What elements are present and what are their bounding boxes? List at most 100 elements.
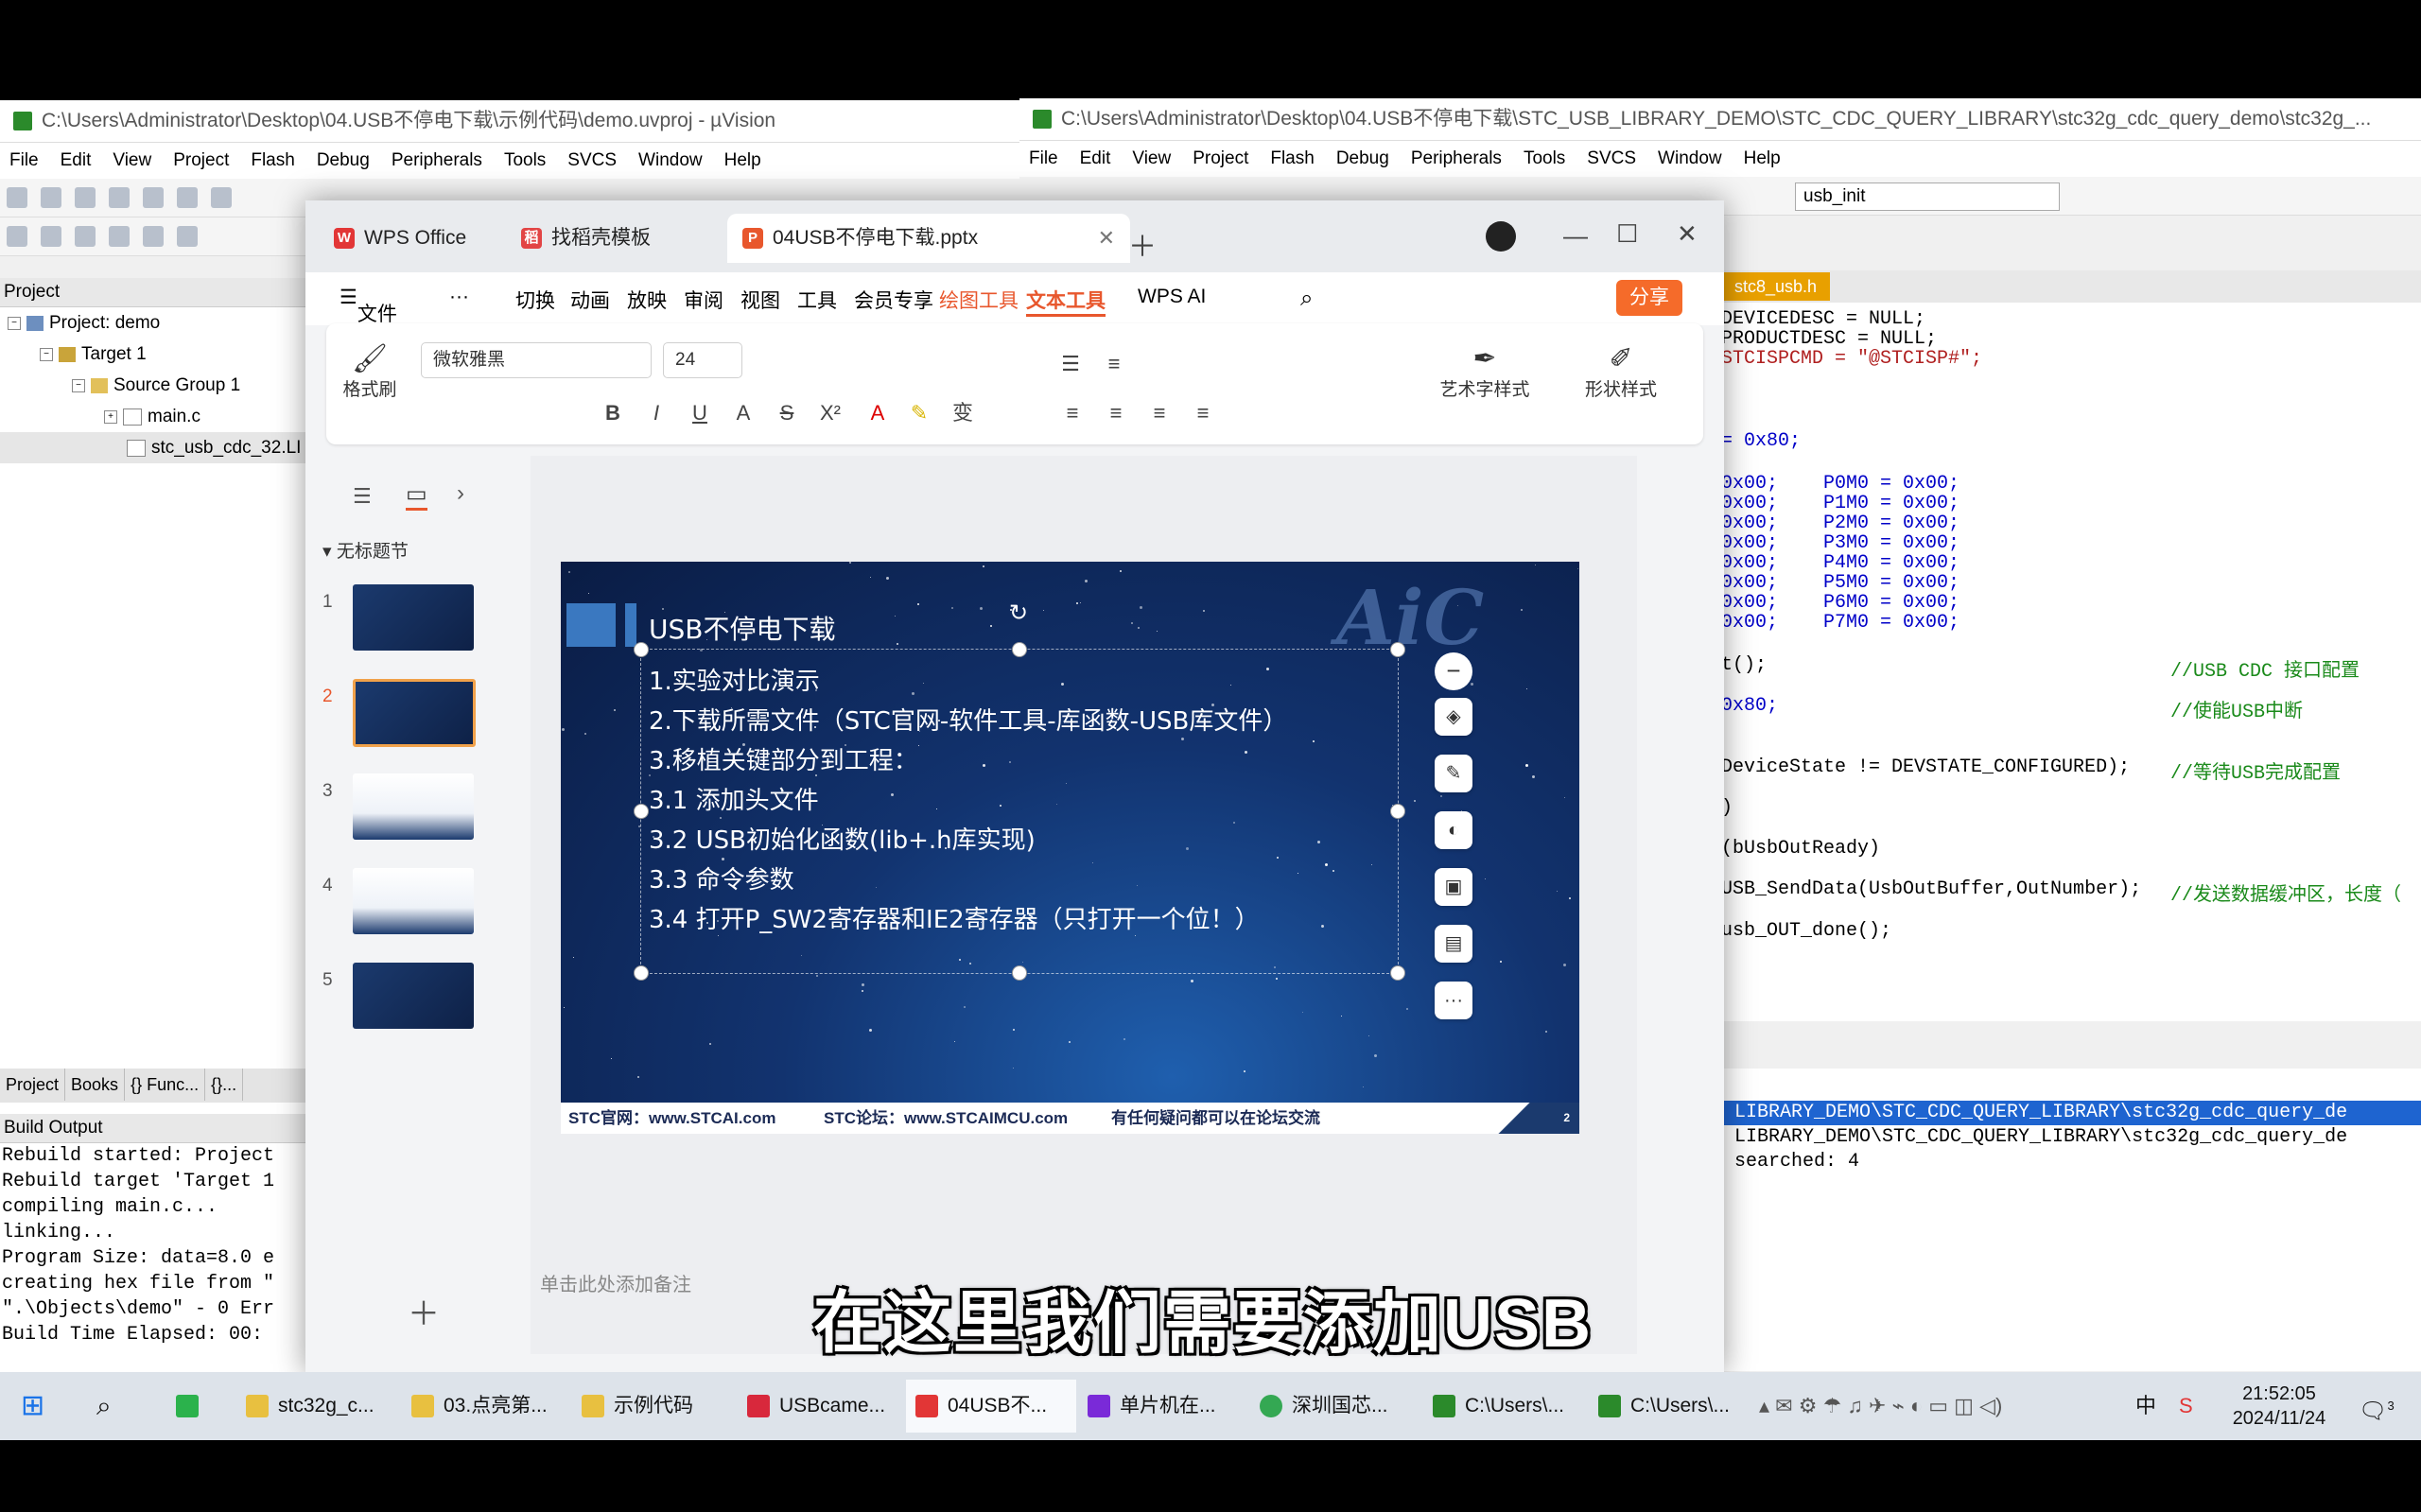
notes-placeholder[interactable]: 单击此处添加备注: [540, 1269, 691, 1296]
ime-language[interactable]: 中: [2135, 1380, 2156, 1433]
menu-peripherals[interactable]: Peripherals: [392, 150, 482, 170]
share-button[interactable]: 分享: [1616, 280, 1682, 316]
double-strike-icon[interactable]: S: [775, 401, 799, 426]
add-slide-icon[interactable]: ＋: [408, 1288, 440, 1334]
menu-file[interactable]: File: [9, 150, 39, 170]
format-painter-button[interactable]: 🖌 格式刷: [341, 342, 398, 401]
slide-thumbnail-5[interactable]: [353, 963, 474, 1029]
menu-help[interactable]: Help: [1744, 148, 1781, 168]
resize-handle[interactable]: [1390, 965, 1405, 981]
strikethrough-icon[interactable]: A: [731, 401, 756, 426]
menu-svcs[interactable]: SVCS: [1587, 148, 1636, 168]
menu-slideshow[interactable]: 放映: [627, 286, 667, 314]
close-tab-icon[interactable]: ✕: [1098, 214, 1115, 263]
menu-review[interactable]: 审阅: [684, 286, 723, 314]
output-line-selected[interactable]: LIBRARY_DEMO\STC_CDC_QUERY_LIBRARY\stc32…: [1721, 1101, 2421, 1125]
menu-debug[interactable]: Debug: [1336, 148, 1389, 168]
menu-peripherals[interactable]: Peripherals: [1411, 148, 1502, 168]
menu-tools[interactable]: Tools: [1524, 148, 1565, 168]
textbox-icon[interactable]: ▤: [1435, 925, 1472, 963]
tab-functions[interactable]: {} Func...: [125, 1069, 206, 1101]
tab-project[interactable]: Project: [0, 1069, 66, 1101]
slide-canvas[interactable]: AiC USB不停电下载 1.实验对比演示 2.下载所需文件（STC官网-软件工…: [561, 562, 1579, 1134]
menu-project[interactable]: Project: [1193, 148, 1248, 168]
start-icon[interactable]: ⊞: [21, 1380, 44, 1433]
save-all-icon[interactable]: [109, 187, 130, 208]
collapse-icon[interactable]: −: [8, 316, 21, 330]
open-file-icon[interactable]: [41, 187, 61, 208]
bullets-icon[interactable]: ☰: [1058, 352, 1083, 376]
minimize-icon[interactable]: —: [1563, 221, 1588, 251]
resize-handle[interactable]: [1012, 642, 1027, 657]
fill-icon[interactable]: ◐: [1435, 811, 1472, 849]
collapse-icon[interactable]: −: [40, 347, 53, 361]
section-title[interactable]: ▾ 无标题节: [322, 537, 409, 563]
slide-title[interactable]: USB不停电下载: [649, 609, 835, 647]
tree-source-group[interactable]: − Source Group 1: [0, 370, 307, 401]
resize-handle[interactable]: [1390, 804, 1405, 819]
taskbar-item[interactable]: 单片机在...: [1078, 1380, 1248, 1433]
avatar[interactable]: [1486, 221, 1516, 252]
shape-style-button[interactable]: ✐ 形状样式: [1569, 342, 1673, 401]
input-method-icon[interactable]: S: [2179, 1380, 2193, 1433]
menu-tools[interactable]: 工具: [797, 286, 837, 314]
art-text-style-button[interactable]: ✒ 艺术字样式: [1433, 342, 1537, 401]
tree-target[interactable]: − Target 1: [0, 339, 307, 370]
tab-books[interactable]: Books: [65, 1069, 126, 1101]
batch-build-icon[interactable]: [109, 226, 130, 247]
paste-icon[interactable]: [211, 187, 232, 208]
rebuild-icon[interactable]: [75, 226, 96, 247]
menu-view[interactable]: 视图: [740, 286, 780, 314]
menu-window[interactable]: Window: [1658, 148, 1722, 168]
highlight-icon[interactable]: ✎: [907, 401, 932, 426]
build-icon[interactable]: [41, 226, 61, 247]
tray-icons[interactable]: ▴ ✉ ⚙ ☂ ♫ ✈ ⌁ ◐ ▭ ◫ ◁): [1759, 1380, 2002, 1433]
tab-template[interactable]: 稻找稻壳模板: [506, 214, 729, 263]
resize-handle[interactable]: [634, 965, 649, 981]
stop-build-icon[interactable]: [143, 226, 164, 247]
align-right-icon[interactable]: ≡: [1147, 401, 1172, 426]
taskbar-item[interactable]: USBcame...: [738, 1380, 898, 1433]
underline-icon[interactable]: U: [688, 401, 712, 426]
superscript-icon[interactable]: X²: [818, 401, 843, 426]
layers-icon[interactable]: ◈: [1435, 698, 1472, 736]
slide-thumbnail-2[interactable]: [353, 679, 476, 747]
slide-thumbnail-1[interactable]: [353, 584, 474, 651]
wechat-icon[interactable]: [176, 1380, 208, 1433]
code-editor[interactable]: DEVICEDESC = NULL; PRODUCTDESC = NULL; S…: [1721, 303, 2421, 1021]
menu-view[interactable]: View: [113, 150, 151, 170]
thumbnail-view-icon[interactable]: ▭: [406, 480, 427, 511]
more-icon[interactable]: ···: [449, 286, 469, 308]
menu-animation[interactable]: 动画: [570, 286, 610, 314]
taskbar-item[interactable]: stc32g_c...: [236, 1380, 388, 1433]
pen-icon[interactable]: ✎: [1435, 755, 1472, 792]
taskbar-item[interactable]: C:\Users\...: [1589, 1380, 1754, 1433]
font-size-select[interactable]: 24: [663, 342, 742, 378]
menu-svcs[interactable]: SVCS: [567, 150, 617, 170]
menu-help[interactable]: Help: [724, 150, 761, 170]
more-options-icon[interactable]: ···: [1435, 982, 1472, 1019]
new-file-icon[interactable]: [7, 187, 27, 208]
taskbar-item[interactable]: C:\Users\...: [1423, 1380, 1589, 1433]
clock[interactable]: 21:52:05 2024/11/24: [2222, 1380, 2336, 1434]
expand-icon[interactable]: +: [104, 409, 117, 424]
resize-handle[interactable]: [634, 804, 649, 819]
collapse-tools-icon[interactable]: −: [1435, 652, 1472, 690]
function-combo[interactable]: usb_init: [1795, 182, 2060, 211]
menu-drawing-tools[interactable]: 绘图工具: [939, 286, 1019, 314]
search-icon[interactable]: ⌕: [1300, 286, 1313, 312]
resize-handle[interactable]: [1390, 642, 1405, 657]
menu-edit[interactable]: Edit: [1080, 148, 1111, 168]
text-box-selection[interactable]: [640, 649, 1399, 974]
download-icon[interactable]: [177, 226, 198, 247]
search-icon[interactable]: ⌕: [96, 1380, 112, 1433]
menu-file[interactable]: File: [1029, 148, 1058, 168]
menu-transition[interactable]: 切换: [515, 286, 555, 314]
maximize-icon[interactable]: ☐: [1616, 219, 1638, 249]
collapse-icon[interactable]: −: [72, 378, 85, 392]
save-icon[interactable]: [75, 187, 96, 208]
tab-wps-office[interactable]: W WPS Office: [319, 214, 514, 263]
copy-icon[interactable]: [177, 187, 198, 208]
slide-thumbnail-3[interactable]: [353, 773, 474, 840]
tree-project[interactable]: − Project: demo: [0, 307, 307, 339]
